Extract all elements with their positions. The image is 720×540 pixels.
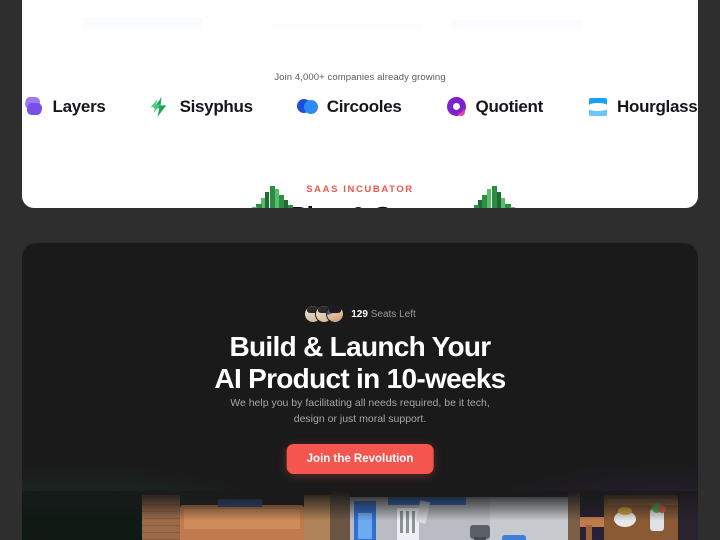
- join-the-revolution-button[interactable]: Join the Revolution: [286, 444, 434, 474]
- logo-label: Circooles: [326, 97, 402, 116]
- seats-left-badge: 129 Seats Left: [22, 305, 698, 323]
- hero-white-card: nonment (dev, ours in in Join 4,000+ com…: [22, 0, 698, 208]
- hourglass-mark-icon: [587, 96, 609, 118]
- seats-label: Seats Left: [370, 308, 416, 320]
- cta-headline: Build & Launch Your AI Product in 10-wee…: [22, 331, 698, 394]
- layers-mark-icon: [22, 96, 45, 118]
- page-root: nonment (dev, ours in in Join 4,000+ com…: [0, 0, 720, 540]
- avatar-stack: [304, 305, 345, 323]
- cta-subtitle-line-2: design or just moral support.: [293, 413, 427, 426]
- logo-label: Quotient: [475, 97, 544, 116]
- cta-headline-line-1: Build & Launch Your: [229, 331, 492, 362]
- bolt-mark-icon: [150, 96, 172, 118]
- cta-subtitle-line-1: We help you by facilitating all needs re…: [230, 397, 490, 409]
- section-title: Plan & Start: [22, 201, 698, 208]
- pixel-room-scene: [22, 491, 698, 540]
- cta-dark-card: 129 Seats Left Build & Launch Your AI Pr…: [22, 243, 698, 540]
- pixel-plant-left-icon: [252, 186, 296, 208]
- logo-quotient[interactable]: Quotient: [446, 96, 543, 118]
- logo-circooles[interactable]: Circooles: [296, 96, 402, 118]
- avatar: [326, 305, 345, 323]
- pixel-cloud-banner: nonment (dev, ours in in: [22, 0, 698, 48]
- logo-sisyphus[interactable]: Sisyphus: [150, 96, 253, 118]
- logo-hourglass[interactable]: Hourglass: [587, 96, 698, 118]
- seats-count: 129: [351, 308, 368, 320]
- incubator-section: SAAS INCUBATOR Plan & Start: [22, 184, 698, 208]
- social-proof-text: Join 4,000+ companies already growing: [274, 72, 446, 83]
- circles-mark-icon: [296, 96, 319, 118]
- cta-subtitle: We help you by facilitating all needs re…: [22, 395, 698, 428]
- logo-label: Layers: [52, 97, 106, 116]
- cloud-fade: [22, 2, 698, 48]
- logo-label: Sisyphus: [179, 97, 253, 116]
- quotient-mark-icon: [446, 96, 468, 118]
- pixel-plant-right-icon: [474, 186, 518, 208]
- logo-label: Hourglass: [617, 97, 698, 116]
- seats-left-text: 129 Seats Left: [351, 309, 416, 320]
- logo-strip: Layers Sisyphus Circooles Quotient Hourg…: [22, 96, 698, 118]
- section-kicker: SAAS INCUBATOR: [306, 184, 414, 195]
- logo-layers[interactable]: Layers: [22, 96, 106, 118]
- cta-headline-line-2: AI Product in 10-weeks: [214, 362, 506, 394]
